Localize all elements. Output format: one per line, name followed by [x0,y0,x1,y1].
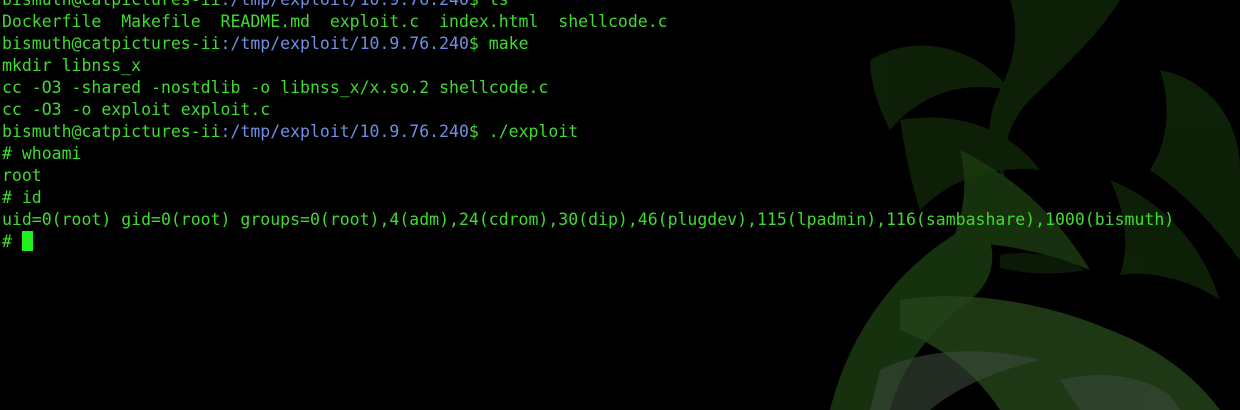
output-line: cc -O3 -o exploit exploit.c [2,100,271,119]
output-line: uid=0(root) gid=0(root) groups=0(root),4… [2,210,1175,229]
output-line: # id [2,188,42,207]
output-line: cc -O3 -shared -nostdlib -o libnss_x/x.s… [2,78,549,97]
output-line: # whoami [2,144,82,163]
output-line: root [2,166,42,185]
terminal-window[interactable]: bismuth@catpictures-ii:/tmp/exploit/10.9… [2,0,1238,253]
terminal-cursor[interactable] [21,231,33,251]
prompt-line: bismuth@catpictures-ii:/tmp/exploit/10.9… [2,0,1238,11]
prompt-line: bismuth@catpictures-ii:/tmp/exploit/10.9… [2,34,529,53]
root-prompt: # [2,232,22,251]
root-prompt-line[interactable]: # [2,231,1238,253]
output-line: mkdir libnss_x [2,56,142,75]
prompt-line: bismuth@catpictures-ii:/tmp/exploit/10.9… [2,122,579,141]
output-line: Dockerfile Makefile README.md exploit.c … [2,12,668,31]
